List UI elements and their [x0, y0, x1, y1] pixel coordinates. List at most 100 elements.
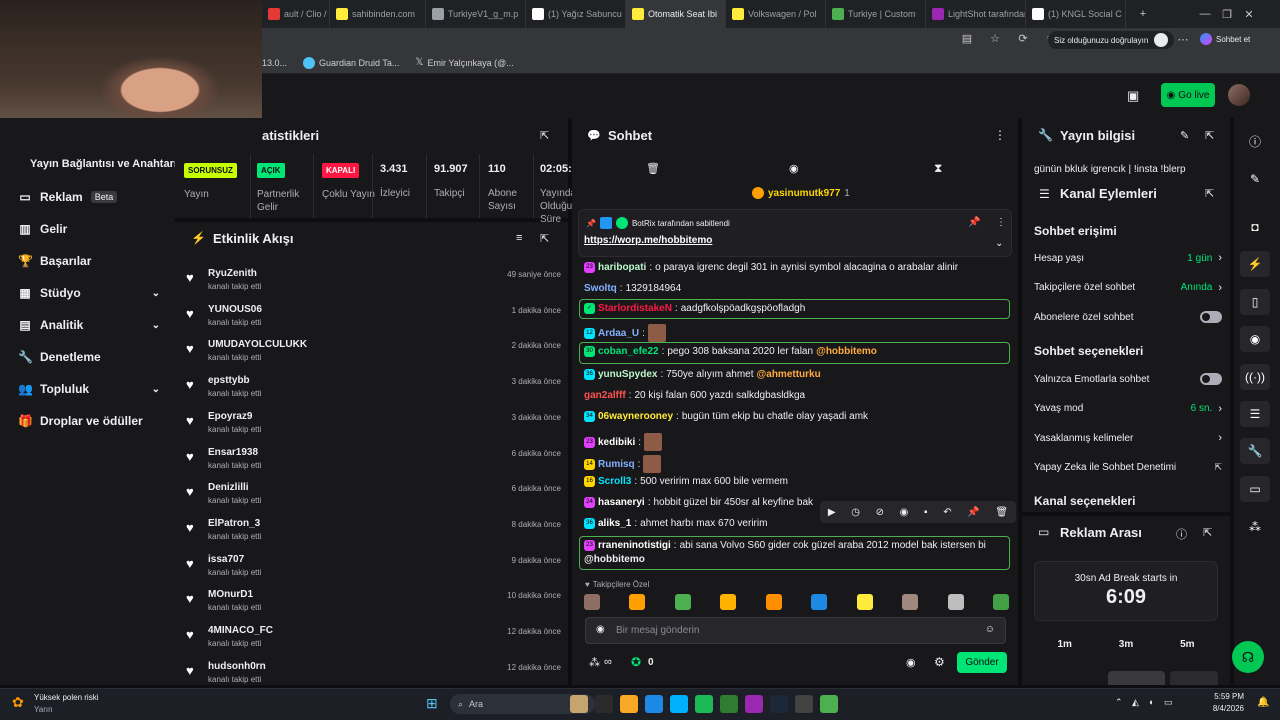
activity-item[interactable]: ♥ Denizlilli kanalı takip etti 6 dakika önc… [186, 480, 561, 514]
trash-icon[interactable]: 🗑 [646, 162, 660, 175]
chat-username[interactable]: kedibiki [598, 437, 635, 448]
refresh-icon[interactable]: ⟳ [1012, 32, 1034, 45]
activity-item[interactable]: ♥ ElPatron_3 kanalı takip etti 8 dakika önc… [186, 516, 561, 550]
browser-tab[interactable]: Otomatik Seat Ibi [626, 0, 726, 28]
chat-message[interactable]: 12 Ardaa_U: [584, 324, 666, 342]
chat-username[interactable]: Swoltq [584, 283, 617, 294]
play-icon[interactable]: ▶ [828, 507, 836, 518]
tray-chevron-icon[interactable]: ⌃ [1115, 697, 1123, 708]
chat-message[interactable]: 24 hasaneryi: hobbit güzel bir 450sr al ke… [584, 497, 813, 508]
close-window-icon[interactable]: ✕ [1238, 8, 1260, 21]
taskbar-app-icon[interactable] [645, 695, 663, 713]
chat-message[interactable]: 34 06waynerooney: bugün tüm ekip bu chatle… [584, 411, 868, 422]
hourglass-icon[interactable]: ⧗ [934, 161, 942, 176]
chat-username[interactable]: StarlordistakeN [598, 303, 672, 314]
toggle-switch[interactable] [1200, 373, 1222, 385]
browser-tab[interactable]: ault / Clio / 1.9 [262, 0, 330, 28]
nav-item-topluluk[interactable]: 👥 Topluluk ⌄ [18, 382, 160, 396]
chat-icon[interactable]: ◉ [1240, 326, 1270, 352]
drops-icon[interactable]: ⁂ [1240, 514, 1270, 540]
taskbar-app-icon[interactable] [620, 695, 638, 713]
network-icon[interactable]: ◭ [1132, 697, 1139, 708]
taskbar-app-icon[interactable] [695, 695, 713, 713]
chat-bubble-icon[interactable]: ◉ [906, 656, 916, 669]
activity-item[interactable]: ♥ Ensar1938 kanalı takip etti 6 dakika önce [186, 445, 561, 479]
taskbar-app-icon[interactable] [670, 695, 688, 713]
copilot-button[interactable]: Sohbet et [1200, 33, 1250, 45]
info-icon[interactable]: ⓘ [1176, 526, 1187, 542]
info-icon[interactable]: ⓘ [1240, 128, 1270, 154]
chevron-right-icon[interactable]: › [1218, 403, 1222, 415]
browser-tab[interactable]: LightShot tarafından [926, 0, 1026, 28]
emote-picker-item[interactable] [992, 594, 1009, 610]
ad-option-5m[interactable]: 5m [1180, 639, 1194, 650]
chat-input[interactable]: ◉ Bir mesaj gönderin ☺ [585, 617, 1006, 644]
top-gifter[interactable]: yasinumutk977 1 [752, 187, 850, 199]
activity-item[interactable]: ♥ 4MINACO_FC kanalı takip etti 12 dakika ön… [186, 623, 561, 657]
popout-icon[interactable]: ⇱ [1205, 129, 1214, 142]
snooze-ad-button[interactable] [1170, 671, 1218, 685]
channel-setting-row[interactable]: Yavaş mod 6 sn. › [1034, 403, 1222, 415]
chat-message[interactable]: Swoltq:1329184964 [584, 283, 681, 294]
reader-icon[interactable]: ▤ [956, 32, 978, 45]
message-icon[interactable]: ◉ [900, 507, 909, 518]
activity-item[interactable]: ♥ Epoyraz9 kanalı takip etti 3 dakika önce [186, 409, 561, 443]
emote-picker-item[interactable] [811, 594, 828, 610]
battery-icon[interactable]: ▭ [1164, 697, 1173, 708]
bookmark-item[interactable]: 13.0... [262, 58, 287, 68]
nav-item-başarılar[interactable]: 🏆 Başarılar [18, 254, 160, 268]
undo-icon[interactable]: ↶ [943, 507, 951, 518]
chat-message[interactable]: 23 haribopati: o paraya igrenc degil 301 i… [584, 262, 958, 273]
favorite-star-icon[interactable]: ☆ [984, 32, 1006, 45]
window-icon[interactable]: ▭ [1240, 476, 1270, 502]
emote-picker-item[interactable] [674, 594, 691, 610]
chevron-right-icon[interactable]: › [1218, 252, 1222, 264]
taskbar-app-icon[interactable] [720, 695, 738, 713]
nav-item-gelir[interactable]: ▥ Gelir [18, 222, 160, 236]
edit-icon[interactable]: ✎ [1240, 166, 1270, 192]
channel-setting-row[interactable]: Yapay Zeka ile Sohbet Denetimi ⇱ [1034, 462, 1222, 473]
chat-username[interactable]: Rumisq [598, 459, 635, 470]
broadcast-icon[interactable]: ▣ [1127, 88, 1139, 104]
channel-setting-row[interactable]: Hesap yaşı 1 gün › [1034, 252, 1222, 264]
weather-title[interactable]: Yüksek polen riski [34, 693, 98, 702]
more-options-icon[interactable]: ⋯ [1172, 33, 1194, 46]
chat-icon[interactable]: ◉ [789, 162, 799, 175]
chat-message[interactable]: 36 aliks_1: ahmet harbı max 670 veririm [584, 518, 767, 529]
chat-message[interactable]: gan2alfff:20 kişi falan 600 yazdı salkdg… [584, 390, 805, 401]
emote-picker-item[interactable] [629, 594, 646, 610]
pin-message-icon[interactable]: 📌 [967, 507, 979, 518]
chat-message[interactable]: 36 yunuSpydex:750ye alıyım ahmet @ahmettur… [584, 369, 821, 380]
emote-picker-item[interactable] [720, 594, 737, 610]
chat-mention[interactable]: @hobbitemo [584, 554, 645, 565]
stream-key-link[interactable]: Yayın Bağlantısı ve Anahtarı [30, 158, 177, 170]
camera-icon[interactable]: ◘ [1240, 214, 1270, 240]
chat-message[interactable]: 14 Rumisq: [584, 455, 662, 473]
chat-username[interactable]: yunuSpydex [598, 369, 657, 380]
taskbar-app-icon[interactable] [795, 695, 813, 713]
emote-picker-item[interactable] [947, 594, 964, 610]
timeout-icon[interactable]: ◷ [851, 507, 860, 518]
nav-item-analitik[interactable]: ▤ Analitik ⌄ [18, 318, 160, 332]
browser-tab[interactable]: sahibinden.com [330, 0, 426, 28]
unpin-icon[interactable]: 📌 [968, 217, 980, 228]
activity-item[interactable]: ♥ RyuZenith kanalı takip etti 49 saniye önc… [186, 266, 561, 300]
chevron-down-icon[interactable]: ⌄ [152, 288, 160, 299]
clock-time[interactable]: 5:59 PM [1204, 692, 1244, 701]
taskbar-app-icon[interactable] [745, 695, 763, 713]
notifications-icon[interactable]: 🔔 [1257, 697, 1269, 708]
support-headset-icon[interactable]: ☊ [1232, 641, 1264, 673]
pinned-link[interactable]: https://worp.me/hobbitemo [584, 235, 712, 246]
chat-username[interactable]: Scroll3 [598, 476, 631, 487]
nav-item-droplar-ve-ödüller[interactable]: 🎁 Droplar ve ödüller [18, 414, 160, 428]
browser-tab[interactable]: Turkiye | Custom [826, 0, 926, 28]
taskbar-app-icon[interactable] [595, 695, 613, 713]
chat-message[interactable]: 30 coban_efe22: pego 308 baksana 2020 ler … [584, 346, 877, 357]
activity-item[interactable]: ♥ MOnurD1 kanalı takip etti 10 dakika önce [186, 587, 561, 621]
bookmark-item[interactable]: 𝕏 Emir Yalçınkaya (@... [415, 57, 513, 68]
toggle-switch[interactable] [1200, 311, 1222, 324]
emote-picker-item[interactable] [856, 594, 873, 610]
bookmark-item[interactable]: Guardian Druid Ta... [303, 56, 399, 69]
list-icon[interactable]: ☰ [1240, 401, 1270, 427]
minimize-icon[interactable]: — [1194, 8, 1216, 20]
